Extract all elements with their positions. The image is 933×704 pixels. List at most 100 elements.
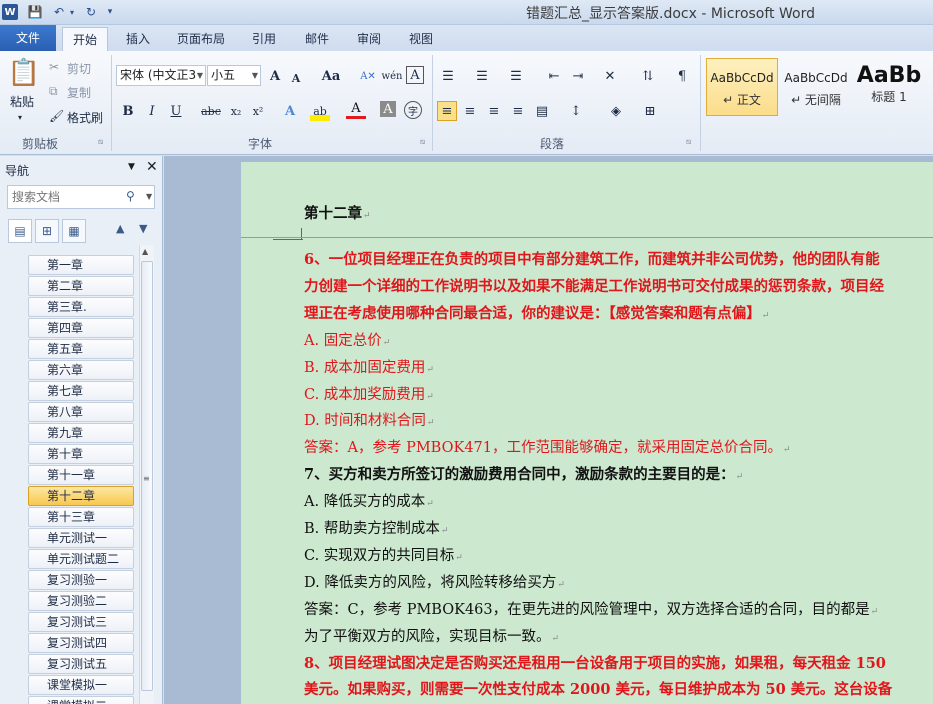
subscript-button[interactable]: x₂ (226, 101, 246, 121)
paragraph-launcher-icon[interactable]: ⧅ (686, 137, 691, 147)
bullets-icon[interactable]: ☰ (438, 66, 458, 86)
nav-item[interactable]: 第四章 (28, 318, 134, 338)
bold-button[interactable]: B (118, 101, 138, 121)
enclose-character-icon[interactable]: 字 (404, 101, 422, 119)
tab-insert[interactable]: 插入 (116, 27, 160, 51)
next-heading-icon[interactable]: ▼ (139, 222, 147, 235)
search-icon[interactable]: ⚲ (126, 189, 135, 203)
tab-file[interactable]: 文件 (0, 25, 56, 51)
chinese-layout-icon[interactable]: ✕ (600, 66, 620, 86)
nav-options-icon[interactable]: ▼ (128, 162, 135, 172)
nav-item[interactable]: 第一章 (28, 255, 134, 275)
style-normal[interactable]: AaBbCcDd ↵ 正文 (706, 58, 778, 116)
paste-dropdown-icon[interactable]: ▾ (18, 113, 22, 122)
close-icon[interactable]: ✕ (146, 159, 158, 175)
character-shading-icon[interactable]: A (380, 101, 396, 117)
numbering-icon[interactable]: ☰ (472, 66, 492, 86)
nav-item[interactable]: 单元测试题二 (28, 549, 134, 569)
browse-results-icon[interactable]: ▦ (62, 219, 86, 243)
highlight-icon[interactable]: ab (310, 101, 330, 121)
tab-references[interactable]: 引用 (244, 27, 284, 51)
document-page[interactable]: 第十二章↵ 6、一位项目经理正在负责的项目中有部分建筑工作，而建筑并非公司优势，… (241, 162, 933, 704)
justify-icon[interactable]: ≡ (508, 101, 528, 121)
style-heading-1[interactable]: AaBb 标题 1 (854, 58, 924, 116)
copy-icon[interactable]: ⧉ (49, 84, 58, 99)
nav-item[interactable]: 课堂模拟一 (28, 675, 134, 695)
previous-heading-icon[interactable]: ▲ (116, 222, 124, 235)
browse-pages-icon[interactable]: ⊞ (35, 219, 59, 243)
borders-icon[interactable]: ⊞ (640, 101, 660, 121)
tab-review[interactable]: 审阅 (348, 27, 390, 51)
tab-home[interactable]: 开始 (62, 27, 108, 52)
shading-icon[interactable]: ◈ (606, 101, 626, 121)
font-name-select[interactable]: 宋体 (中文正3 ▼ (116, 65, 206, 86)
nav-scrollbar[interactable]: ▲ ≡ (139, 245, 154, 704)
cut-icon[interactable]: ✂ (49, 60, 59, 74)
grow-font-icon[interactable]: A (265, 66, 285, 86)
nav-item[interactable]: 单元测试一 (28, 528, 134, 548)
font-size-select[interactable]: 小五 ▼ (207, 65, 261, 86)
clear-formatting-icon[interactable]: A✕ (358, 66, 378, 86)
align-center-icon[interactable]: ≡ (460, 101, 480, 121)
show-marks-icon[interactable]: ¶ (672, 66, 692, 86)
document-line: 美元。如果购买，则需要一次性支付成本 2000 美元，每日维护成本为 50 美元… (304, 678, 892, 699)
underline-button[interactable]: U (166, 101, 186, 121)
character-border-icon[interactable]: A (406, 66, 424, 84)
change-case-icon[interactable]: Aa (318, 66, 344, 86)
nav-item[interactable]: 第十二章 (28, 486, 134, 506)
nav-item[interactable]: 课堂模拟二 (28, 696, 134, 704)
copy-button[interactable]: 复制 (67, 84, 91, 101)
font-color-icon[interactable]: A (346, 101, 366, 119)
nav-item[interactable]: 复习测验一 (28, 570, 134, 590)
phonetic-guide-icon[interactable]: wén (382, 66, 403, 86)
nav-item[interactable]: 第六章 (28, 360, 134, 380)
customize-qat-icon[interactable]: ▾ (104, 3, 116, 21)
text-effects-icon[interactable]: A (280, 101, 300, 121)
nav-item[interactable]: 第十三章 (28, 507, 134, 527)
increase-indent-icon[interactable]: ⇥ (568, 66, 588, 86)
shrink-font-icon[interactable]: A (286, 68, 306, 88)
search-dropdown-icon[interactable]: ▼ (146, 192, 152, 201)
sort-icon[interactable]: ⇅ (638, 66, 658, 86)
nav-item[interactable]: 第八章 (28, 402, 134, 422)
tab-page-layout[interactable]: 页面布局 (170, 27, 232, 51)
nav-item[interactable]: 第十一章 (28, 465, 134, 485)
tab-mailings[interactable]: 邮件 (296, 27, 338, 51)
multilevel-list-icon[interactable]: ☰ (506, 66, 526, 86)
align-left-icon[interactable]: ≡ (437, 101, 457, 121)
undo-dropdown-icon[interactable]: ▾ (67, 3, 77, 21)
format-painter-button[interactable]: 格式刷 (67, 109, 103, 126)
browse-headings-icon[interactable]: ▤ (8, 219, 32, 243)
italic-button[interactable]: I (142, 101, 162, 121)
nav-item[interactable]: 第七章 (28, 381, 134, 401)
word-app-icon[interactable]: W (2, 4, 18, 20)
scroll-up-icon[interactable]: ▲ (142, 247, 148, 256)
nav-item[interactable]: 第二章 (28, 276, 134, 296)
line-spacing-icon[interactable]: ↕ (566, 101, 586, 121)
undo-icon[interactable]: ↶ (50, 3, 68, 21)
style-no-spacing[interactable]: AaBbCcDd ↵ 无间隔 (780, 58, 852, 116)
nav-item[interactable]: 第九章 (28, 423, 134, 443)
nav-item[interactable]: 复习测验二 (28, 591, 134, 611)
nav-item[interactable]: 第十章 (28, 444, 134, 464)
align-right-icon[interactable]: ≡ (484, 101, 504, 121)
strikethrough-button[interactable]: abc (198, 101, 224, 121)
nav-item[interactable]: 复习测试三 (28, 612, 134, 632)
nav-item[interactable]: 复习测试五 (28, 654, 134, 674)
superscript-button[interactable]: x² (248, 101, 268, 121)
cut-button[interactable]: 剪切 (67, 60, 91, 77)
format-painter-icon[interactable]: 🖌 (49, 109, 64, 123)
scroll-thumb[interactable]: ≡ (141, 261, 153, 691)
nav-item[interactable]: 复习测试四 (28, 633, 134, 653)
redo-icon[interactable]: ↻ (82, 3, 100, 21)
decrease-indent-icon[interactable]: ⇤ (544, 66, 564, 86)
nav-item[interactable]: 第五章 (28, 339, 134, 359)
tab-view[interactable]: 视图 (400, 27, 442, 51)
clipboard-launcher-icon[interactable]: ⧅ (98, 137, 103, 147)
paste-icon[interactable]: 📋 (6, 57, 42, 89)
font-launcher-icon[interactable]: ⧅ (420, 137, 425, 147)
nav-item[interactable]: 第三章. (28, 297, 134, 317)
distributed-icon[interactable]: ▤ (532, 101, 552, 121)
save-icon[interactable]: 💾 (26, 3, 44, 21)
paste-button[interactable]: 粘贴 (10, 93, 34, 110)
